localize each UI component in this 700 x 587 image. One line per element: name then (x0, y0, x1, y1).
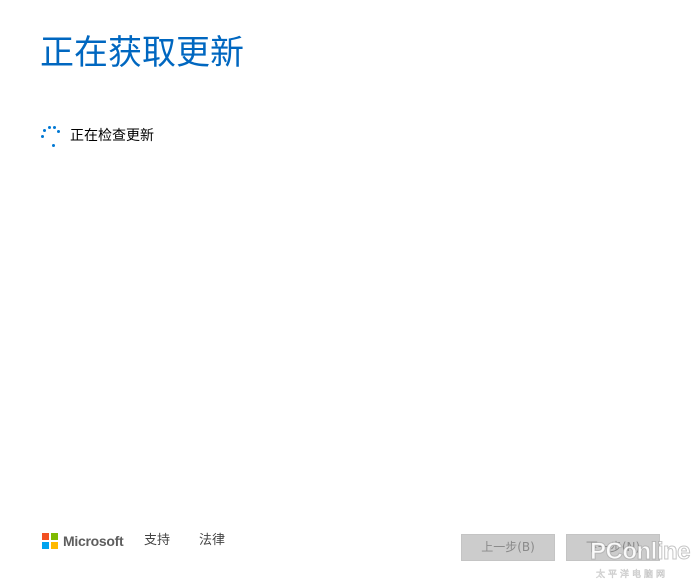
page-title: 正在获取更新 (40, 33, 244, 73)
microsoft-wordmark: Microsoft (63, 533, 124, 549)
status-text: 正在检查更新 (70, 128, 154, 144)
next-button[interactable]: 下一步(N) (566, 534, 660, 561)
footer: Microsoft 支持 法律 上一步(B) 下一步(N) (0, 528, 700, 568)
loading-spinner-icon (40, 125, 62, 147)
microsoft-logo-icon (42, 533, 58, 549)
legal-link[interactable]: 法律 (199, 532, 225, 550)
setup-window: 正在获取更新 正在检查更新 Microsoft 支持 法律 上一步(B) 下一步… (0, 0, 700, 587)
status-row: 正在检查更新 (40, 124, 154, 148)
back-button[interactable]: 上一步(B) (461, 534, 555, 561)
support-link[interactable]: 支持 (144, 532, 170, 550)
microsoft-logo: Microsoft (42, 532, 124, 550)
watermark-sub-text: 太平洋电脑网 (596, 570, 669, 581)
